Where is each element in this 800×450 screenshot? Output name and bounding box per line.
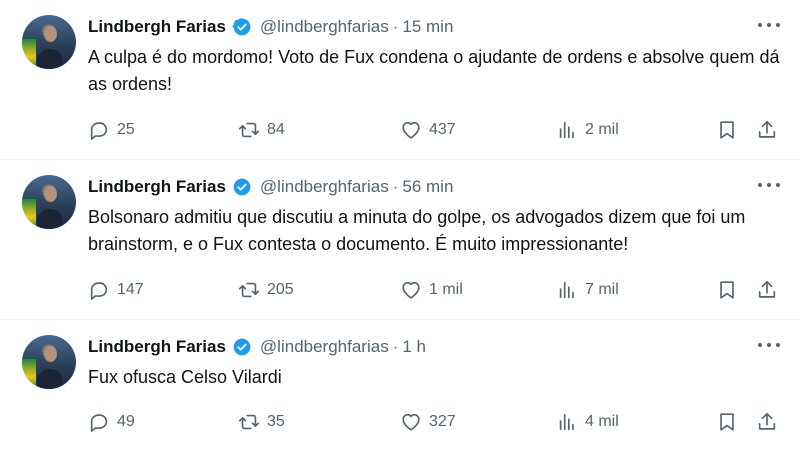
bookmark-icon — [720, 281, 734, 299]
views-count: 4 mil — [585, 413, 619, 430]
avatar[interactable] — [22, 175, 76, 229]
verified-badge-icon — [233, 178, 251, 196]
retweet-button[interactable]: 35 — [238, 408, 285, 436]
views-icon — [559, 121, 574, 139]
reply-count: 49 — [117, 413, 135, 430]
bookmark-button[interactable] — [716, 408, 738, 436]
retweet-count: 35 — [267, 413, 285, 430]
more-options-icon[interactable] — [758, 22, 780, 28]
separator: · — [392, 337, 399, 356]
action-bar: 25 84 437 2 mil — [88, 116, 780, 144]
tweet-text: Fux ofusca Celso Vilardi — [88, 367, 282, 387]
avatar[interactable] — [22, 335, 76, 389]
author-name[interactable]: Lindbergh Farias — [88, 17, 226, 37]
like-icon — [402, 121, 420, 139]
views-button[interactable]: 7 mil — [556, 276, 619, 304]
timestamp[interactable]: 1 h — [402, 337, 426, 357]
like-button[interactable]: 327 — [400, 408, 456, 436]
reply-count: 147 — [117, 281, 144, 298]
like-count: 327 — [429, 413, 456, 430]
share-icon — [758, 280, 776, 298]
reply-button[interactable]: 25 — [88, 116, 135, 144]
retweet-count: 205 — [267, 281, 294, 298]
author-handle[interactable]: @lindberghfarias — [260, 17, 389, 37]
reply-button[interactable]: 49 — [88, 408, 135, 436]
bookmark-button[interactable] — [716, 116, 738, 144]
action-bar: 147 205 1 mil 7 mil — [88, 276, 780, 304]
like-button[interactable]: 1 mil — [400, 276, 463, 304]
retweet-count: 84 — [267, 121, 285, 138]
separator: · — [392, 177, 399, 196]
retweet-icon — [239, 122, 259, 138]
more-options-icon[interactable] — [758, 342, 780, 348]
reply-count: 25 — [117, 121, 135, 138]
share-button[interactable] — [756, 116, 778, 144]
verified-badge-icon — [233, 338, 251, 356]
reply-button[interactable]: 147 — [88, 276, 144, 304]
share-icon — [758, 412, 776, 430]
tweet-header: Lindbergh Farias @lindberghfarias · 56 m… — [88, 174, 453, 200]
retweet-icon — [239, 282, 259, 298]
bookmark-button[interactable] — [716, 276, 738, 304]
like-count: 437 — [429, 121, 456, 138]
tweet[interactable]: Lindbergh Farias @lindberghfarias · 15 m… — [0, 0, 800, 160]
tweet[interactable]: Lindbergh Farias @lindberghfarias · 1 h … — [0, 320, 800, 450]
tweet-text: A culpa é do mordomo! Voto de Fux conden… — [88, 47, 780, 94]
views-count: 7 mil — [585, 281, 619, 298]
avatar[interactable] — [22, 15, 76, 69]
share-icon — [758, 120, 776, 138]
author-handle[interactable]: @lindberghfarias — [260, 177, 389, 197]
share-button[interactable] — [756, 408, 778, 436]
views-count: 2 mil — [585, 121, 619, 138]
share-button[interactable] — [756, 276, 778, 304]
views-icon — [559, 281, 574, 299]
tweet-text: Bolsonaro admitiu que discutiu a minuta … — [88, 207, 746, 254]
author-name[interactable]: Lindbergh Farias — [88, 177, 226, 197]
tweet-header: Lindbergh Farias @lindberghfarias · 15 m… — [88, 14, 453, 40]
tweet-header: Lindbergh Farias @lindberghfarias · 1 h — [88, 334, 426, 360]
retweet-icon — [239, 414, 259, 430]
like-icon — [402, 413, 420, 431]
timestamp[interactable]: 15 min — [402, 17, 453, 37]
reply-icon — [90, 122, 108, 140]
views-button[interactable]: 2 mil — [556, 116, 619, 144]
author-name[interactable]: Lindbergh Farias — [88, 337, 226, 357]
retweet-button[interactable]: 205 — [238, 276, 294, 304]
verified-badge-icon — [232, 18, 251, 36]
like-icon — [402, 281, 420, 299]
action-bar: 49 35 327 4 mil — [88, 408, 780, 436]
views-icon — [559, 413, 574, 431]
reply-icon — [90, 414, 108, 432]
like-button[interactable]: 437 — [400, 116, 456, 144]
views-button[interactable]: 4 mil — [556, 408, 619, 436]
bookmark-icon — [720, 121, 734, 139]
author-handle[interactable]: @lindberghfarias — [260, 337, 389, 357]
tweet[interactable]: Lindbergh Farias @lindberghfarias · 56 m… — [0, 160, 800, 320]
retweet-button[interactable]: 84 — [238, 116, 285, 144]
bookmark-icon — [720, 413, 734, 431]
more-options-icon[interactable] — [758, 182, 780, 188]
separator: · — [392, 17, 399, 36]
timestamp[interactable]: 56 min — [402, 177, 453, 197]
reply-icon — [90, 282, 108, 300]
like-count: 1 mil — [429, 281, 463, 298]
